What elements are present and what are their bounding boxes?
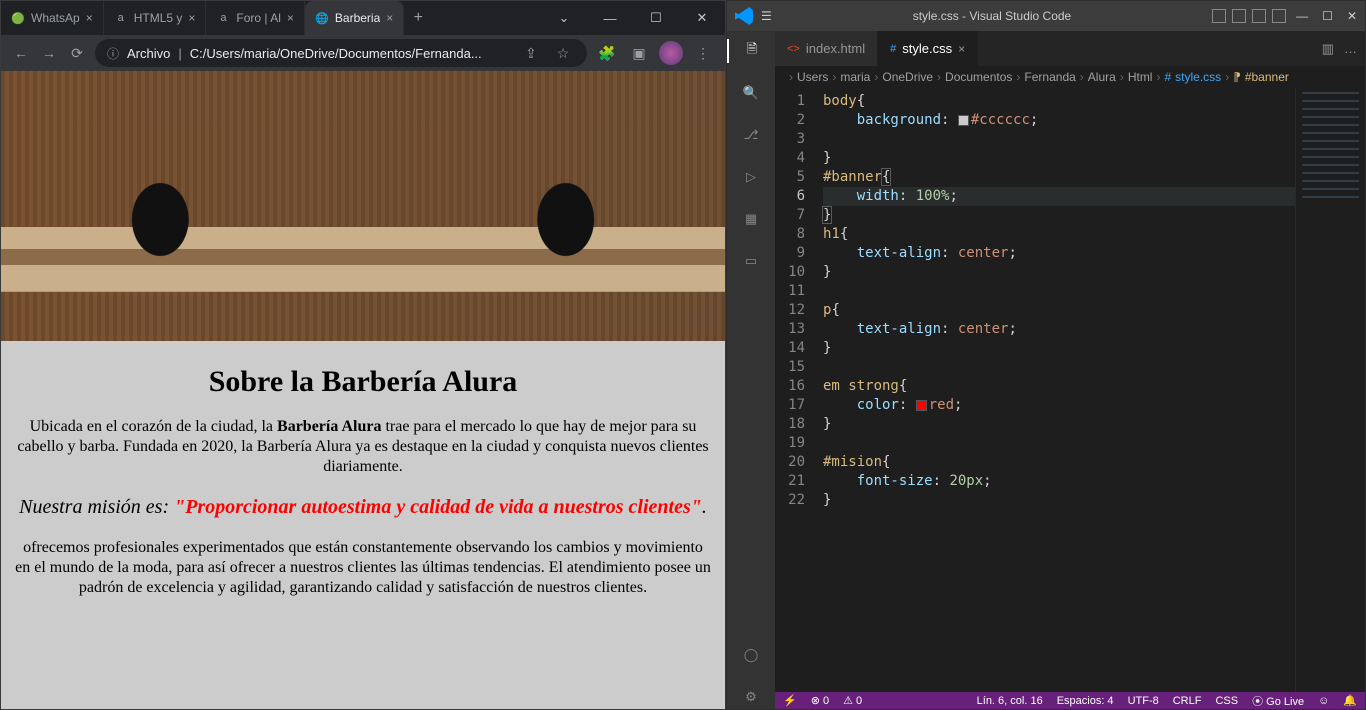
browser-tab[interactable]: 🟢 WhatsAp ×: [1, 1, 104, 35]
eol[interactable]: CRLF: [1173, 695, 1202, 707]
gear-icon[interactable]: ⚙: [739, 685, 763, 709]
code-content[interactable]: body{ background: #cccccc; } #banner{ wi…: [815, 88, 1295, 692]
window-title: style.css - Visual Studio Code: [772, 9, 1212, 23]
tab-label: index.html: [806, 41, 865, 56]
activity-bar: 🗎 🔍 ⎇ ▷ ▦ ▭ ◯ ⚙: [727, 31, 775, 709]
address-prefix: Archivo: [127, 46, 170, 61]
reload-button[interactable]: ⟳: [67, 45, 87, 62]
share-icon[interactable]: ⇪: [519, 45, 543, 62]
tab-label: HTML5 y: [134, 11, 183, 25]
browser-tab-active[interactable]: 🌐 Barberia ×: [305, 1, 404, 35]
back-button[interactable]: ←: [11, 45, 31, 61]
browser-toolbar: ← → ⟳ ⓘ Archivo | C:/Users/maria/OneDriv…: [1, 35, 725, 71]
editor-tab[interactable]: <> index.html: [775, 31, 878, 66]
editor-actions: ▥ …: [1314, 31, 1365, 66]
run-debug-icon[interactable]: ▷: [739, 165, 763, 189]
hamburger-menu-icon[interactable]: ☰: [761, 9, 772, 23]
minimap[interactable]: [1295, 88, 1365, 692]
browser-tab[interactable]: a Foro | Al ×: [206, 1, 304, 35]
close-icon[interactable]: ×: [958, 42, 965, 56]
new-tab-button[interactable]: +: [404, 1, 432, 35]
address-bar[interactable]: ⓘ Archivo | C:/Users/maria/OneDrive/Docu…: [95, 39, 587, 67]
vscode-window: ☰ style.css - Visual Studio Code — ☐ ✕ 🗎…: [726, 0, 1366, 710]
intro-paragraph: Ubicada en el corazón de la ciudad, la B…: [15, 417, 711, 477]
extensions-icon[interactable]: 🧩: [595, 45, 619, 62]
page-title: Sobre la Barbería Alura: [1, 365, 725, 399]
close-icon[interactable]: ×: [188, 11, 195, 25]
search-icon[interactable]: 🔍: [739, 81, 763, 105]
address-url: C:/Users/maria/OneDrive/Documentos/Ferna…: [190, 46, 511, 61]
chrome-window: 🟢 WhatsAp × a HTML5 y × a Foro | Al × 🌐 …: [0, 0, 726, 710]
code-editor[interactable]: 12345678910111213141516171819202122 body…: [775, 88, 1365, 692]
editor-tab-active[interactable]: # style.css ×: [878, 31, 978, 66]
close-icon[interactable]: ×: [386, 11, 393, 25]
chevron-down-icon[interactable]: ⌄: [541, 1, 587, 35]
indentation[interactable]: Espacios: 4: [1057, 695, 1114, 707]
symbol-icon: ⁋: [1233, 70, 1241, 84]
alura-icon: a: [114, 11, 128, 25]
browser-tab[interactable]: a HTML5 y ×: [104, 1, 207, 35]
line-gutter: 12345678910111213141516171819202122: [775, 88, 815, 692]
kebab-menu-icon[interactable]: ⋮: [691, 45, 715, 62]
window-controls: ⌄ — ☐ ✕: [541, 1, 725, 35]
vscode-icon: [735, 7, 753, 25]
encoding[interactable]: UTF-8: [1128, 695, 1159, 707]
editor-tabs: <> index.html # style.css × ▥ …: [775, 31, 1365, 66]
layout-buttons[interactable]: [1212, 9, 1286, 23]
tab-label: style.css: [902, 41, 952, 56]
cursor-position[interactable]: Lín. 6, col. 16: [977, 695, 1043, 707]
tab-label: Foro | Al: [236, 11, 280, 25]
profile-avatar[interactable]: [659, 41, 683, 65]
close-icon[interactable]: ×: [287, 11, 294, 25]
minimize-button[interactable]: —: [1296, 9, 1308, 23]
css-file-icon: #: [1164, 70, 1171, 84]
accounts-icon[interactable]: ◯: [739, 643, 763, 667]
tab-label: Barberia: [335, 11, 380, 25]
close-button[interactable]: ✕: [679, 1, 725, 35]
vscode-titlebar: ☰ style.css - Visual Studio Code — ☐ ✕: [727, 1, 1365, 31]
go-live-button[interactable]: ⦿ Go Live: [1252, 693, 1304, 709]
more-icon[interactable]: …: [1344, 41, 1357, 56]
status-bar: ⚡ ⊗ 0 ⚠ 0 Lín. 6, col. 16 Espacios: 4 UT…: [775, 692, 1365, 709]
bell-icon[interactable]: 🔔: [1343, 694, 1357, 707]
language-mode[interactable]: CSS: [1215, 695, 1238, 707]
extensions-icon[interactable]: ▦: [739, 207, 763, 231]
feedback-icon[interactable]: ☺: [1318, 695, 1329, 707]
html-file-icon: <>: [787, 43, 800, 55]
sidepanel-icon[interactable]: ▣: [627, 45, 651, 62]
maximize-button[interactable]: ☐: [633, 1, 679, 35]
remote-indicator[interactable]: ⚡: [783, 694, 797, 707]
site-info-icon[interactable]: ⓘ: [107, 45, 119, 62]
css-file-icon: #: [890, 43, 896, 55]
split-editor-icon[interactable]: ▥: [1322, 41, 1334, 57]
source-control-icon[interactable]: ⎇: [739, 123, 763, 147]
remote-icon[interactable]: ▭: [739, 249, 763, 273]
star-icon[interactable]: ☆: [551, 45, 575, 62]
globe-icon: 🌐: [315, 11, 329, 25]
close-button[interactable]: ✕: [1347, 9, 1357, 23]
explorer-icon[interactable]: 🗎: [727, 39, 775, 63]
chrome-titlebar: 🟢 WhatsAp × a HTML5 y × a Foro | Al × 🌐 …: [1, 1, 725, 35]
alura-icon: a: [216, 11, 230, 25]
breadcrumbs[interactable]: ›Users ›maria ›OneDrive ›Documentos ›Fer…: [775, 66, 1365, 88]
editor-area: <> index.html # style.css × ▥ … ›Users ›…: [775, 31, 1365, 709]
browser-tabstrip: 🟢 WhatsAp × a HTML5 y × a Foro | Al × 🌐 …: [1, 1, 541, 35]
close-icon[interactable]: ×: [86, 11, 93, 25]
minimize-button[interactable]: —: [587, 1, 633, 35]
whatsapp-icon: 🟢: [11, 11, 25, 25]
banner-image: [1, 71, 725, 341]
body-paragraph: ofrecemos profesionales experimentados q…: [15, 538, 711, 598]
mission-paragraph: Nuestra misión es: "Proporcionar autoest…: [15, 495, 711, 520]
page-viewport[interactable]: Sobre la Barbería Alura Ubicada en el co…: [1, 71, 725, 709]
problems-errors[interactable]: ⊗ 0: [811, 694, 829, 707]
problems-warnings[interactable]: ⚠ 0: [843, 694, 862, 707]
forward-button[interactable]: →: [39, 45, 59, 61]
tab-label: WhatsAp: [31, 11, 80, 25]
maximize-button[interactable]: ☐: [1322, 9, 1333, 23]
